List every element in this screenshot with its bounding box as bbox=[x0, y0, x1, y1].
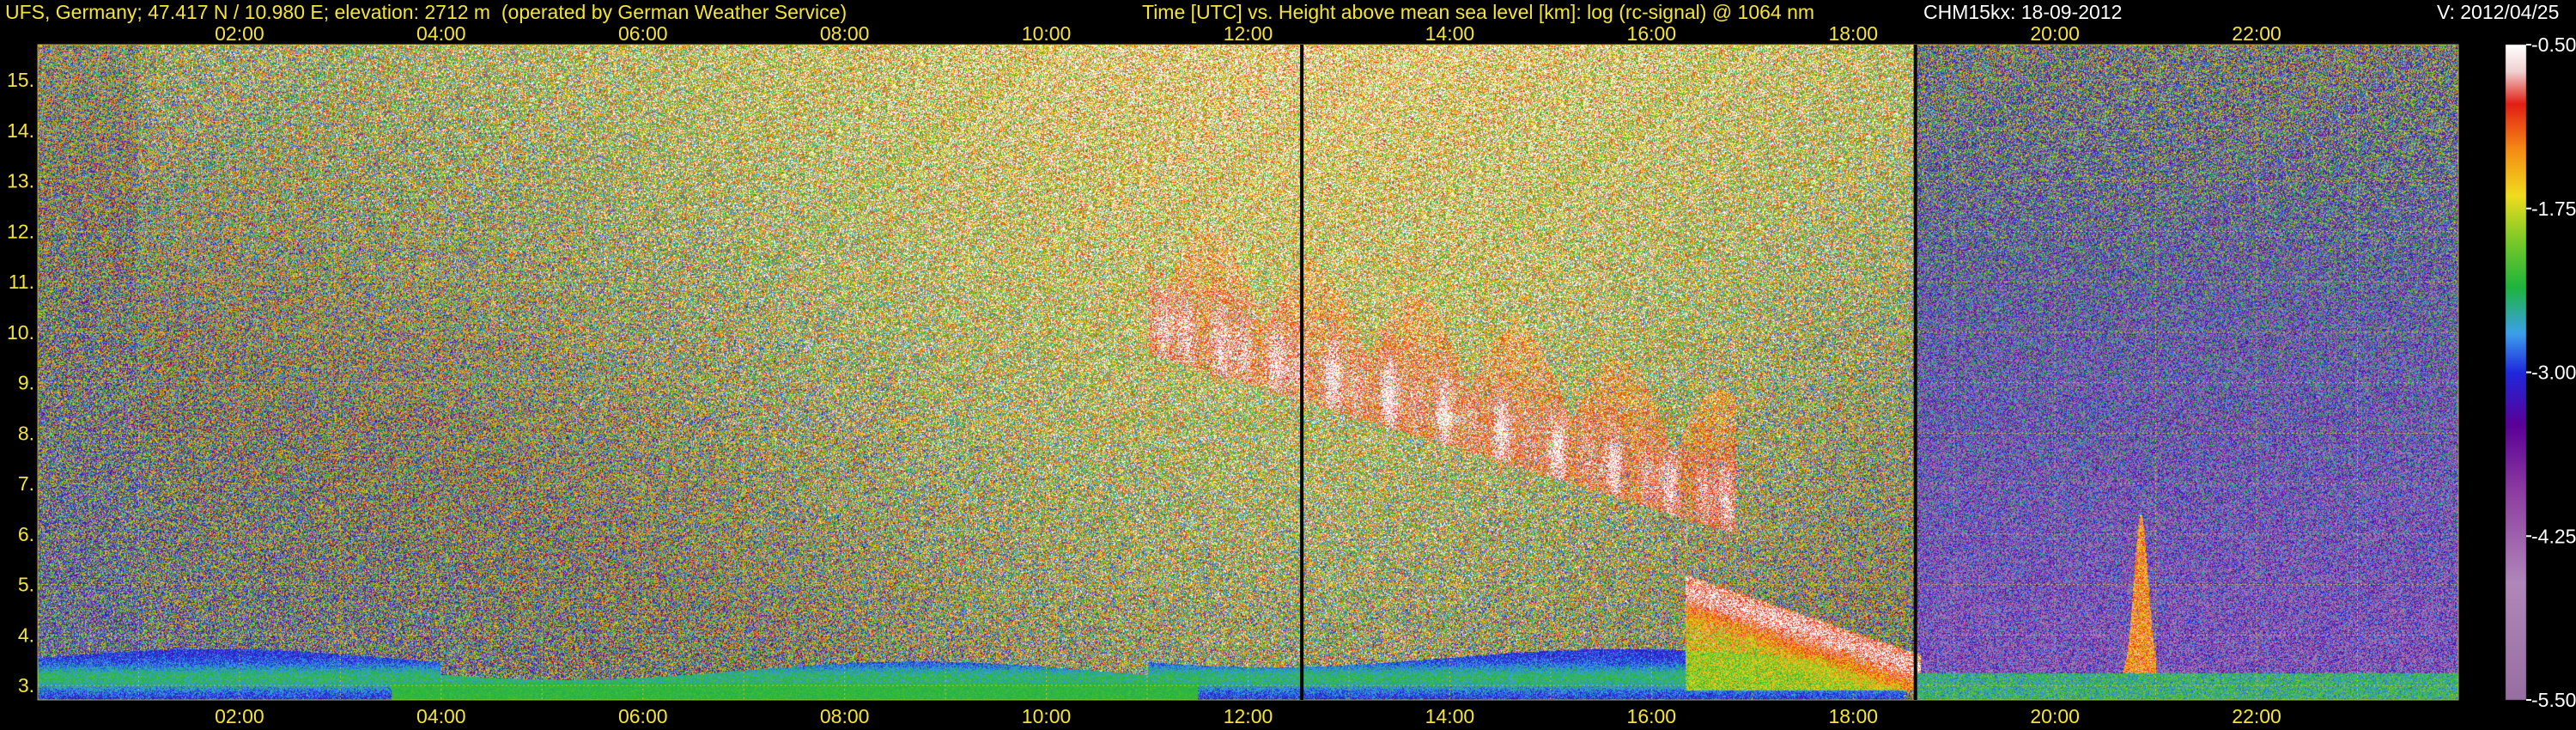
y-tick-label: 13. bbox=[7, 170, 34, 192]
software-version: V: 2012/04/25 bbox=[2437, 1, 2560, 23]
chart-overlay: 02:00 04:00 06:00 08:00 10:00 12:00 14:00 16:00… bbox=[7, 22, 2576, 727]
y-tick-label: 6. bbox=[18, 523, 34, 545]
x-tick-label-top: 10:00 bbox=[1022, 22, 1072, 45]
colorbar-axis: -0.50 -1.75 -3.00 -4.25 -5.50 bbox=[2526, 33, 2576, 711]
x-tick-label-bottom: 20:00 bbox=[2030, 705, 2080, 727]
x-tick-label-top: 02:00 bbox=[215, 22, 264, 45]
y-tick-label: 5. bbox=[18, 574, 34, 596]
colorbar-tick-label: -5.50 bbox=[2531, 689, 2576, 711]
y-tick-label: 8. bbox=[18, 422, 34, 444]
y-tick-label: 14. bbox=[7, 119, 34, 142]
x-tick-label-top: 08:00 bbox=[820, 22, 870, 45]
y-axis: 3. 4. 5. 6. 7. 8. 9. 10. 11. 12. 13. 14. 15. bbox=[7, 69, 34, 697]
x-tick-label-bottom: 18:00 bbox=[1828, 705, 1878, 727]
x-tick-label-top: 18:00 bbox=[1828, 22, 1878, 45]
y-tick-label: 12. bbox=[7, 220, 34, 242]
y-tick-label: 15. bbox=[7, 69, 34, 91]
y-tick-label: 9. bbox=[18, 372, 34, 394]
colorbar-tick-label: -0.50 bbox=[2531, 33, 2576, 56]
x-tick-label-top: 22:00 bbox=[2232, 22, 2281, 45]
x-axis-bottom: 02:00 04:00 06:00 08:00 10:00 12:00 14:00 16:00… bbox=[215, 705, 2281, 727]
x-tick-label-top: 06:00 bbox=[618, 22, 668, 45]
colorbar-tick-label: -4.25 bbox=[2531, 525, 2576, 547]
x-tick-label-bottom: 06:00 bbox=[618, 705, 668, 727]
x-tick-label-bottom: 08:00 bbox=[820, 705, 870, 727]
y-tick-label: 4. bbox=[18, 624, 34, 646]
instrument-date: CHM15kx: 18-09-2012 bbox=[1923, 1, 2123, 23]
x-axis-top: 02:00 04:00 06:00 08:00 10:00 12:00 14:00 16:00… bbox=[215, 22, 2281, 45]
data-gap-lines bbox=[1300, 45, 1917, 700]
colorbar-tick-label: -1.75 bbox=[2531, 198, 2576, 220]
y-tick-label: 11. bbox=[9, 271, 34, 293]
y-tick-label: 3. bbox=[18, 674, 34, 697]
x-tick-label-bottom: 02:00 bbox=[215, 705, 264, 727]
y-tick-label: 10. bbox=[7, 321, 34, 344]
x-tick-label-bottom: 14:00 bbox=[1425, 705, 1475, 727]
x-tick-label-bottom: 22:00 bbox=[2232, 705, 2281, 727]
x-tick-label-bottom: 10:00 bbox=[1022, 705, 1072, 727]
y-tick-label: 7. bbox=[18, 472, 34, 495]
x-tick-label-bottom: 04:00 bbox=[416, 705, 466, 727]
colorbar-tick-label: -3.00 bbox=[2531, 362, 2576, 384]
grid-lines bbox=[37, 44, 2459, 701]
x-tick-label-bottom: 16:00 bbox=[1627, 705, 1677, 727]
x-tick-label-bottom: 12:00 bbox=[1224, 705, 1273, 727]
x-tick-label-top: 04:00 bbox=[416, 22, 466, 45]
station-info: UFS, Germany; 47.417 N / 10.980 E; eleva… bbox=[5, 1, 848, 23]
x-tick-label-top: 20:00 bbox=[2030, 22, 2080, 45]
x-tick-label-top: 16:00 bbox=[1627, 22, 1677, 45]
plot-description: Time [UTC] vs. Height above mean sea lev… bbox=[1142, 1, 1815, 23]
x-tick-label-top: 12:00 bbox=[1224, 22, 1273, 45]
x-tick-label-top: 14:00 bbox=[1425, 22, 1475, 45]
